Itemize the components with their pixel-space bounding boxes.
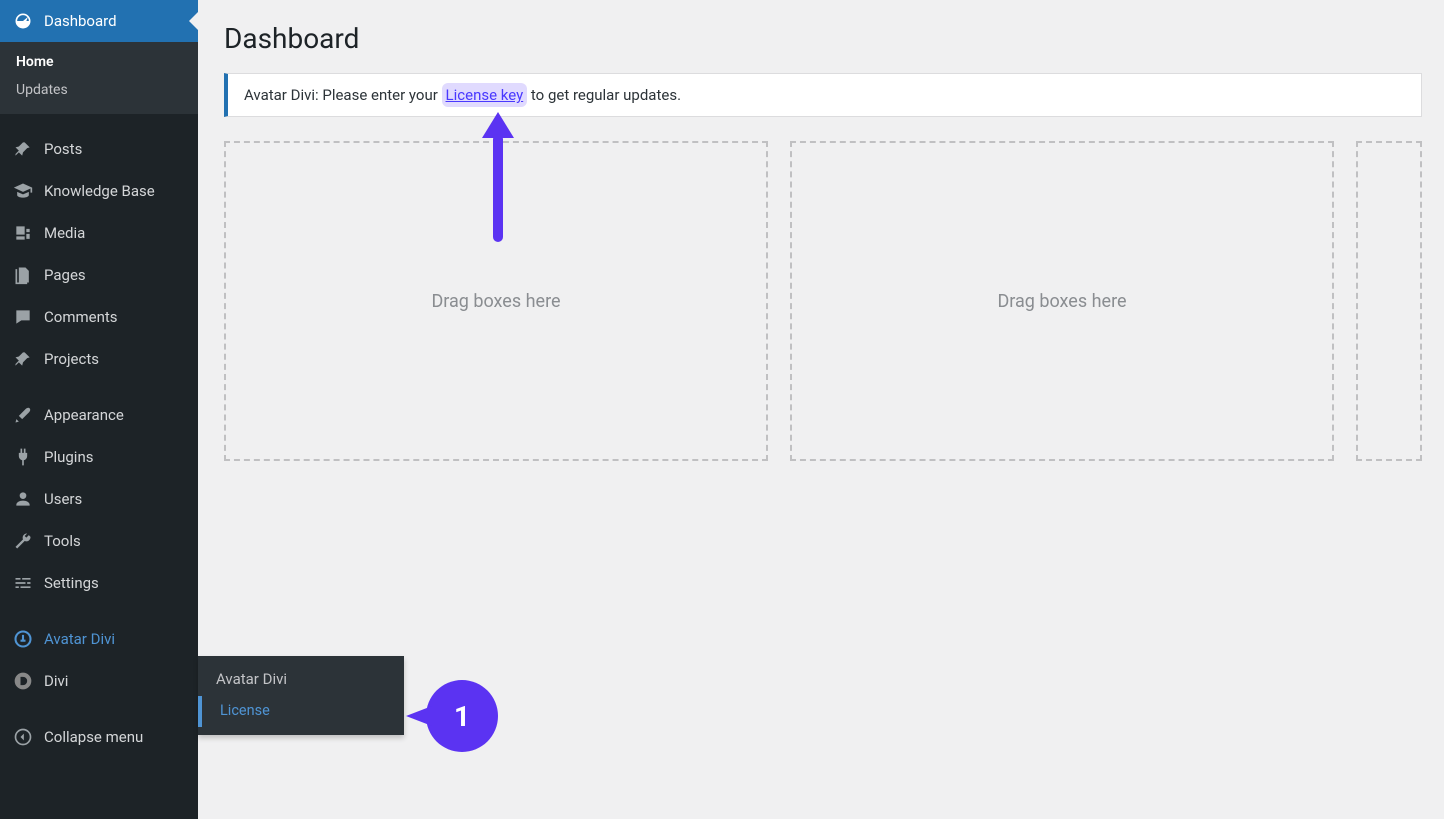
divi-icon	[12, 670, 34, 692]
sidebar-item-label: Tools	[44, 532, 81, 550]
media-icon	[12, 222, 34, 244]
sidebar-item-users[interactable]: Users	[0, 478, 198, 520]
sidebar-separator	[0, 114, 198, 128]
dropzone-label: Drag boxes here	[431, 291, 560, 312]
notice-text-post: to get regular updates.	[527, 86, 681, 104]
sidebar-item-label: Dashboard	[44, 12, 117, 30]
sidebar-item-label: Collapse menu	[44, 728, 143, 746]
sidebar-item-settings[interactable]: Settings	[0, 562, 198, 604]
sidebar-item-label: Avatar Divi	[44, 630, 115, 648]
sidebar-item-comments[interactable]: Comments	[0, 296, 198, 338]
avatar-divi-icon	[12, 628, 34, 650]
user-icon	[12, 488, 34, 510]
collapse-icon	[12, 726, 34, 748]
dropzone-3[interactable]	[1356, 141, 1422, 461]
sidebar-item-label: Comments	[44, 308, 118, 326]
sidebar-item-divi[interactable]: Divi	[0, 660, 198, 702]
plug-icon	[12, 446, 34, 468]
sidebar-item-label: Pages	[44, 266, 86, 284]
license-key-link[interactable]: License key	[442, 83, 528, 107]
sidebar-item-kb[interactable]: Knowledge Base	[0, 170, 198, 212]
sidebar-subitem-updates[interactable]: Updates	[0, 76, 198, 104]
sidebar-item-tools[interactable]: Tools	[0, 520, 198, 562]
flyout-item-license[interactable]: License	[198, 696, 404, 727]
avatar-divi-flyout: Avatar Divi License	[198, 656, 404, 735]
sidebar-separator	[0, 380, 198, 394]
brush-icon	[12, 404, 34, 426]
sidebar-item-pages[interactable]: Pages	[0, 254, 198, 296]
sidebar-separator	[0, 604, 198, 618]
sidebar-item-label: Projects	[44, 350, 99, 368]
sidebar-item-dashboard[interactable]: Dashboard	[0, 0, 198, 42]
admin-sidebar: Dashboard Home Updates Posts Knowledge B…	[0, 0, 198, 819]
sidebar-item-label: Users	[44, 490, 82, 508]
sidebar-item-label: Knowledge Base	[44, 182, 155, 200]
sidebar-item-projects[interactable]: Projects	[0, 338, 198, 380]
pin-icon	[12, 138, 34, 160]
sidebar-separator	[0, 702, 198, 716]
dropzone-2[interactable]: Drag boxes here	[790, 141, 1334, 461]
license-notice: Avatar Divi: Please enter your License k…	[224, 73, 1422, 117]
sidebar-item-label: Appearance	[44, 406, 124, 424]
sidebar-item-label: Plugins	[44, 448, 93, 466]
wrench-icon	[12, 530, 34, 552]
flyout-title[interactable]: Avatar Divi	[198, 664, 404, 696]
sidebar-item-posts[interactable]: Posts	[0, 128, 198, 170]
dashboard-submenu: Home Updates	[0, 42, 198, 114]
sliders-icon	[12, 572, 34, 594]
sidebar-item-label: Posts	[44, 140, 82, 158]
dropzone-label: Drag boxes here	[997, 291, 1126, 312]
sidebar-item-avatar-divi[interactable]: Avatar Divi	[0, 618, 198, 660]
pages-icon	[12, 264, 34, 286]
comment-icon	[12, 306, 34, 328]
sidebar-item-collapse[interactable]: Collapse menu	[0, 716, 198, 758]
sidebar-item-plugins[interactable]: Plugins	[0, 436, 198, 478]
dashboard-dropzones: Drag boxes here Drag boxes here	[224, 141, 1422, 461]
notice-text-pre: Avatar Divi: Please enter your	[244, 86, 442, 104]
sidebar-subitem-home[interactable]: Home	[0, 48, 198, 76]
sidebar-item-label: Settings	[44, 574, 99, 592]
sidebar-item-media[interactable]: Media	[0, 212, 198, 254]
pin-icon	[12, 348, 34, 370]
page-title: Dashboard	[224, 22, 1422, 55]
dashboard-icon	[12, 10, 34, 32]
sidebar-item-appearance[interactable]: Appearance	[0, 394, 198, 436]
dropzone-1[interactable]: Drag boxes here	[224, 141, 768, 461]
graduation-cap-icon	[12, 180, 34, 202]
sidebar-item-label: Divi	[44, 672, 68, 690]
sidebar-item-label: Media	[44, 224, 85, 242]
